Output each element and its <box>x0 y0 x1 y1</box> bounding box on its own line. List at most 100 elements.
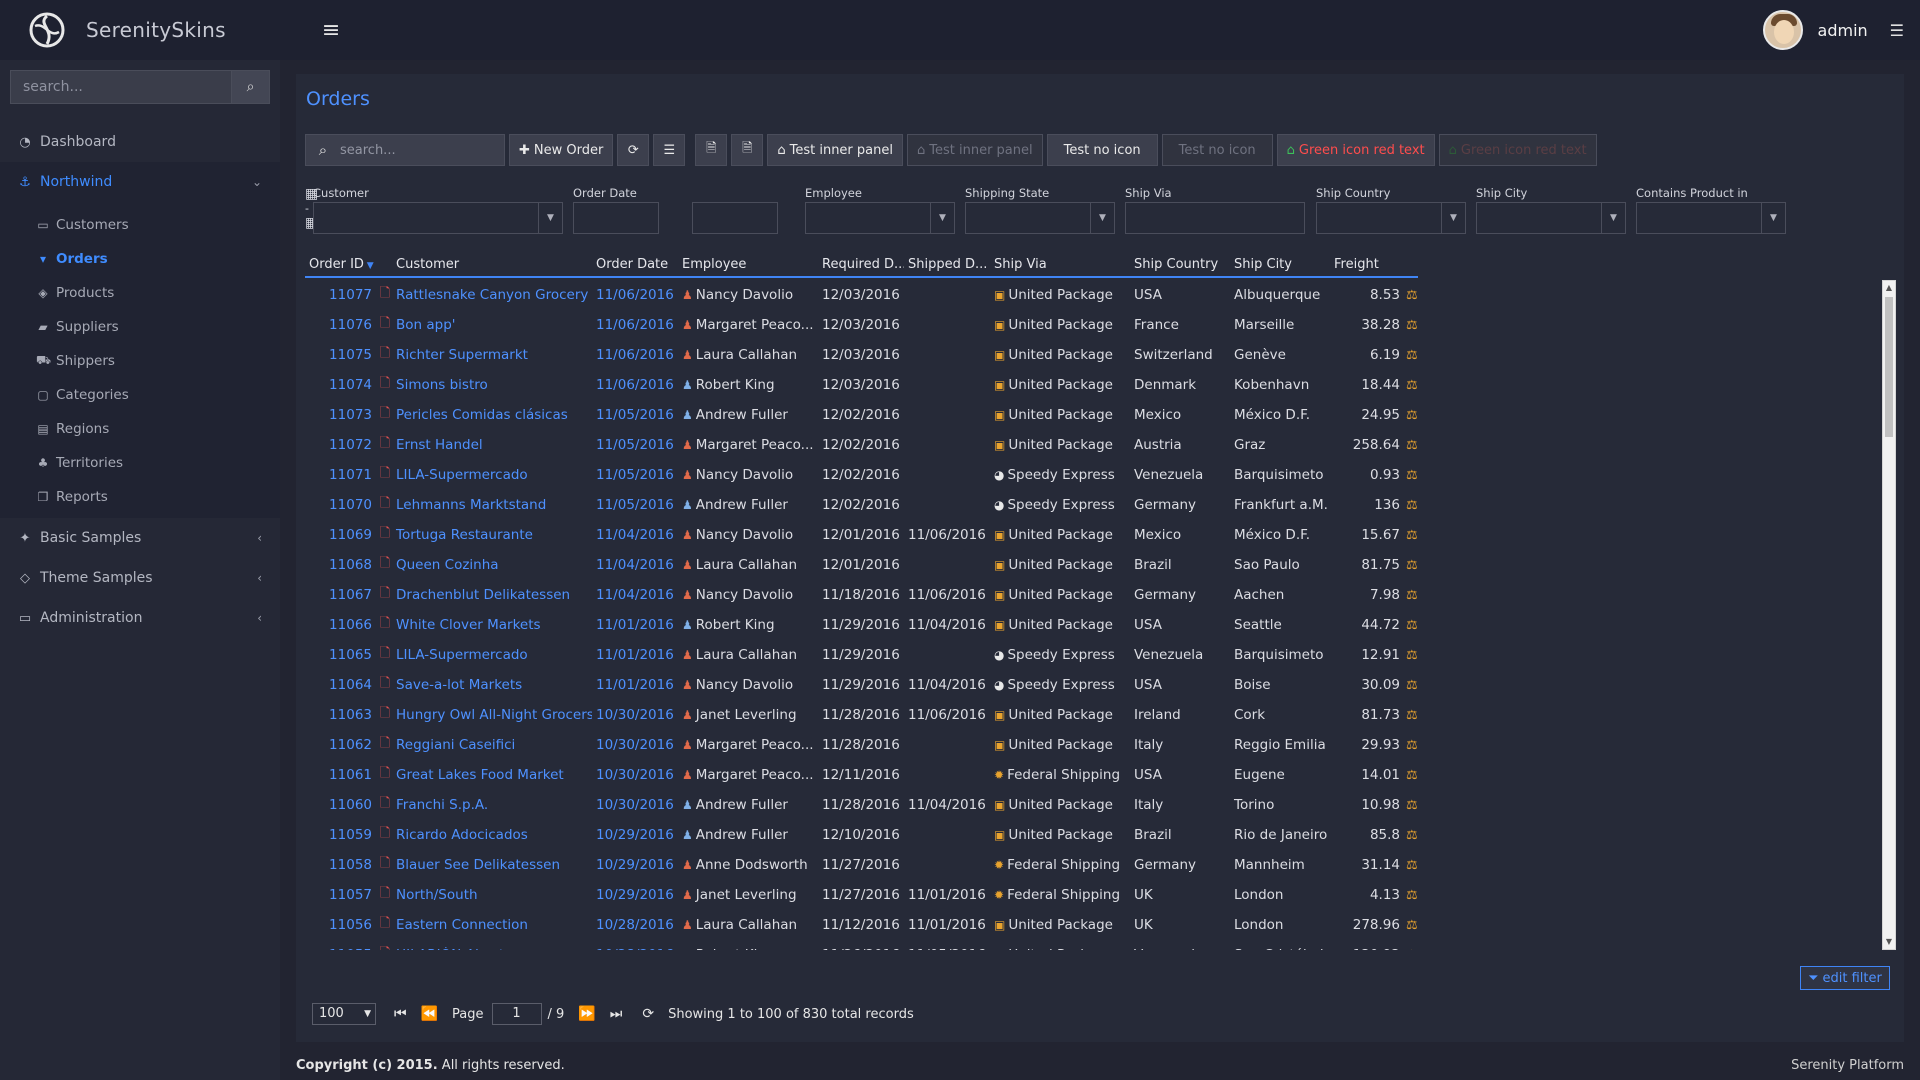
pdf-icon[interactable]: 🗋 <box>374 704 392 726</box>
pdf-icon[interactable]: 🗋 <box>374 644 392 666</box>
order-date-link[interactable]: 11/04/2016 <box>592 587 678 603</box>
order-date-link[interactable]: 10/29/2016 <box>592 827 678 843</box>
order-date-link[interactable]: 10/30/2016 <box>592 797 678 813</box>
edit-filter-button[interactable]: ⏷ edit filter <box>1800 966 1890 990</box>
user-name[interactable]: admin <box>1818 21 1868 40</box>
green-icon-red-text-disabled-button[interactable]: ⌂ Green icon red text <box>1438 134 1597 166</box>
test-inner-panel-disabled-button[interactable]: ⌂ Test inner panel <box>906 134 1043 166</box>
table-row[interactable]: 11073 🗋 Pericles Comidas clásicas 11/05/201… <box>305 400 1418 430</box>
customer-link[interactable]: White Clover Markets <box>392 617 592 633</box>
ship-country-select[interactable]: ▼ <box>1316 202 1466 234</box>
sidebar-item-territories[interactable]: ♣ Territories <box>0 446 280 480</box>
table-row[interactable]: 11061 🗋 Great Lakes Food Market 10/30/2016 ♟… <box>305 760 1418 790</box>
customer-link[interactable]: Save-a-lot Markets <box>392 677 592 693</box>
order-date-link[interactable]: 11/05/2016 <box>592 467 678 483</box>
customer-link[interactable]: Ricardo Adocicados <box>392 827 592 843</box>
ship-via-input[interactable] <box>1125 202 1305 234</box>
order-date-link[interactable]: 10/28/2016 <box>592 947 678 950</box>
column-header-ship-country[interactable]: Ship Country <box>1130 254 1230 276</box>
customer-link[interactable]: Hungry Owl All-Night Grocers <box>392 707 592 723</box>
order-id-link[interactable]: 11068 <box>305 557 374 573</box>
order-id-link[interactable]: 11067 <box>305 587 374 603</box>
ship-city-select[interactable]: ▼ <box>1476 202 1626 234</box>
customer-link[interactable]: HILARIÓN-Abastos <box>392 947 592 950</box>
previous-page-icon[interactable]: ⏪ <box>421 1006 438 1022</box>
table-row[interactable]: 11056 🗋 Eastern Connection 10/28/2016 ♟ Laura… <box>305 910 1418 940</box>
sidebar-item-shippers[interactable]: ⛟ Shippers <box>0 344 280 378</box>
menu-toggle-icon[interactable]: ≡ <box>322 18 340 43</box>
table-row[interactable]: 11071 🗋 LILA-Supermercado 11/05/2016 ♟ Nancy … <box>305 460 1418 490</box>
pdf-icon[interactable]: 🗋 <box>374 404 392 426</box>
pdf-icon[interactable]: 🗋 <box>374 524 392 546</box>
order-date-link[interactable]: 11/06/2016 <box>592 317 678 333</box>
footer-platform[interactable]: Serenity Platform <box>1791 1058 1904 1073</box>
table-row[interactable]: 11072 🗋 Ernst Handel 11/05/2016 ♟ Margaret Pe… <box>305 430 1418 460</box>
order-id-link[interactable]: 11060 <box>305 797 374 813</box>
order-id-link[interactable]: 11065 <box>305 647 374 663</box>
refresh-button[interactable]: ⟳ <box>617 134 650 166</box>
order-id-link[interactable]: 11059 <box>305 827 374 843</box>
shipping-state-select[interactable]: ▼ <box>965 202 1115 234</box>
customer-link[interactable]: Great Lakes Food Market <box>392 767 592 783</box>
sidebar-item-suppliers[interactable]: ▰ Suppliers <box>0 310 280 344</box>
order-id-link[interactable]: 11073 <box>305 407 374 423</box>
pdf-icon[interactable]: 🗋 <box>374 614 392 636</box>
sidebar-item-basic-samples[interactable]: ✦ Basic Samples ‹ <box>0 518 280 558</box>
grid-vertical-scrollbar[interactable]: ▲ ▼ <box>1882 280 1896 950</box>
pdf-icon[interactable]: 🗋 <box>374 374 392 396</box>
order-date-link[interactable]: 10/28/2016 <box>592 917 678 933</box>
avatar[interactable] <box>1762 10 1803 50</box>
pdf-icon[interactable]: 🗋 <box>374 734 392 756</box>
order-date-link[interactable]: 11/06/2016 <box>592 377 678 393</box>
order-id-link[interactable]: 11075 <box>305 347 374 363</box>
order-date-link[interactable]: 11/04/2016 <box>592 527 678 543</box>
order-id-link[interactable]: 11077 <box>305 287 374 303</box>
last-page-icon[interactable]: ⏭ <box>610 1006 623 1022</box>
pdf-export-button[interactable]: 🗎 <box>731 134 764 166</box>
table-row[interactable]: 11074 🗋 Simons bistro 11/06/2016 ♟ Robert Kin… <box>305 370 1418 400</box>
table-row[interactable]: 11075 🗋 Richter Supermarkt 11/06/2016 ♟ Laura… <box>305 340 1418 370</box>
scroll-down-icon[interactable]: ▼ <box>1883 935 1895 949</box>
order-id-link[interactable]: 11070 <box>305 497 374 513</box>
table-row[interactable]: 11067 🗋 Drachenblut Delikatessen 11/04/2016… <box>305 580 1418 610</box>
pdf-icon[interactable]: 🗋 <box>374 764 392 786</box>
order-id-link[interactable]: 11064 <box>305 677 374 693</box>
order-date-link[interactable]: 10/29/2016 <box>592 857 678 873</box>
grid-search[interactable]: ⌕ search... <box>305 134 505 166</box>
contains-product-select[interactable]: ▼ <box>1636 202 1786 234</box>
pdf-icon[interactable]: 🗋 <box>374 314 392 336</box>
sidebar-item-reports[interactable]: ❐ Reports <box>0 480 280 514</box>
page-size-select[interactable]: 100 ▼ <box>312 1003 376 1025</box>
column-header-ship-city[interactable]: Ship City <box>1230 254 1330 276</box>
pdf-icon[interactable]: 🗋 <box>374 554 392 576</box>
customer-link[interactable]: Simons bistro <box>392 377 592 393</box>
user-menu[interactable]: admin ☰ <box>1762 0 1920 60</box>
current-page-input[interactable]: 1 <box>491 1003 542 1025</box>
table-row[interactable]: 11076 🗋 Bon app' 11/06/2016 ♟ Margaret Peaco.… <box>305 310 1418 340</box>
column-header-customer[interactable]: Customer <box>392 254 592 276</box>
pdf-icon[interactable]: 🗋 <box>374 464 392 486</box>
settings-sliders-icon[interactable]: ☰ <box>1890 21 1904 40</box>
customer-link[interactable]: Queen Cozinha <box>392 557 592 573</box>
order-date-link[interactable]: 11/05/2016 <box>592 437 678 453</box>
table-row[interactable]: 11065 🗋 LILA-Supermercado 11/01/2016 ♟ Laura … <box>305 640 1418 670</box>
customer-link[interactable]: LILA-Supermercado <box>392 467 592 483</box>
grid-search-input[interactable]: search... <box>340 143 396 158</box>
order-id-link[interactable]: 11076 <box>305 317 374 333</box>
table-row[interactable]: 11068 🗋 Queen Cozinha 11/04/2016 ♟ Laura Call… <box>305 550 1418 580</box>
order-date-link[interactable]: 11/01/2016 <box>592 677 678 693</box>
pdf-icon[interactable]: 🗋 <box>374 884 392 906</box>
reload-icon[interactable]: ⟳ <box>642 1006 654 1022</box>
pdf-icon[interactable]: 🗋 <box>374 914 392 936</box>
order-date-to-input[interactable] <box>692 202 778 234</box>
sidebar-item-theme-samples[interactable]: ◇ Theme Samples ‹ <box>0 558 280 598</box>
brand-name[interactable]: SerenitySkins <box>86 18 226 42</box>
order-date-link[interactable]: 11/01/2016 <box>592 647 678 663</box>
customer-link[interactable]: Ernst Handel <box>392 437 592 453</box>
sidebar-item-dashboard[interactable]: ◔ Dashboard <box>0 122 280 162</box>
pdf-icon[interactable]: 🗋 <box>374 344 392 366</box>
sidebar-item-products[interactable]: ◈ Products <box>0 276 280 310</box>
sidebar-search-input[interactable]: search... <box>10 70 232 104</box>
column-header-employee[interactable]: Employee <box>678 254 818 276</box>
table-row[interactable]: 11059 🗋 Ricardo Adocicados 10/29/2016 ♟ Andre… <box>305 820 1418 850</box>
